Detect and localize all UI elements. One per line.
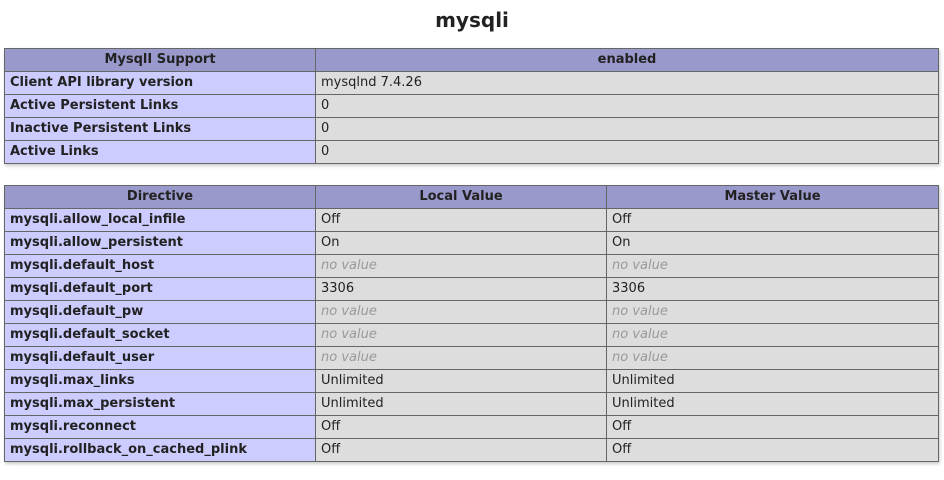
directive-name: mysqli.reconnect: [4, 415, 316, 439]
table-header-row: Directive Local Value Master Value: [4, 185, 939, 209]
table-row: Inactive Persistent Links 0: [4, 117, 939, 141]
header-directive: Directive: [4, 185, 316, 209]
row-value: 0: [315, 117, 939, 141]
table-row: mysqli.allow_persistent On On: [4, 231, 939, 255]
directive-name: mysqli.default_host: [4, 254, 316, 278]
master-value: Off: [606, 438, 939, 462]
local-value: Unlimited: [315, 392, 607, 416]
master-value: Off: [606, 208, 939, 232]
table-row: mysqli.default_host no value no value: [4, 254, 939, 278]
support-header-value: enabled: [315, 48, 939, 72]
table-row: mysqli.default_port 3306 3306: [4, 277, 939, 301]
page-title: mysqli: [435, 8, 509, 32]
local-value: On: [315, 231, 607, 255]
row-label: Active Persistent Links: [4, 94, 316, 118]
directive-name: mysqli.default_socket: [4, 323, 316, 347]
table-row: mysqli.default_socket no value no value: [4, 323, 939, 347]
row-label: Active Links: [4, 140, 316, 164]
master-value: no value: [606, 300, 939, 324]
master-value: no value: [606, 254, 939, 278]
directive-name: mysqli.rollback_on_cached_plink: [4, 438, 316, 462]
row-label: Inactive Persistent Links: [4, 117, 316, 141]
directive-name: mysqli.max_persistent: [4, 392, 316, 416]
table-row: mysqli.max_persistent Unlimited Unlimited: [4, 392, 939, 416]
row-value: mysqlnd 7.4.26: [315, 71, 939, 95]
table-row: Client API library version mysqlnd 7.4.2…: [4, 71, 939, 95]
header-local-value: Local Value: [315, 185, 607, 209]
table-row: mysqli.reconnect Off Off: [4, 415, 939, 439]
table-row: mysqli.default_pw no value no value: [4, 300, 939, 324]
row-label: Client API library version: [4, 71, 316, 95]
directive-name: mysqli.allow_persistent: [4, 231, 316, 255]
table-row: mysqli.rollback_on_cached_plink Off Off: [4, 438, 939, 462]
local-value: no value: [315, 323, 607, 347]
master-value: no value: [606, 346, 939, 370]
table-row: mysqli.allow_local_infile Off Off: [4, 208, 939, 232]
row-value: 0: [315, 140, 939, 164]
table-row: mysqli.default_user no value no value: [4, 346, 939, 370]
local-value: no value: [315, 300, 607, 324]
directive-name: mysqli.default_pw: [4, 300, 316, 324]
local-value: 3306: [315, 277, 607, 301]
master-value: On: [606, 231, 939, 255]
local-value: no value: [315, 254, 607, 278]
master-value: Unlimited: [606, 392, 939, 416]
master-value: 3306: [606, 277, 939, 301]
local-value: no value: [315, 346, 607, 370]
directive-name: mysqli.default_user: [4, 346, 316, 370]
directive-table: Directive Local Value Master Value mysql…: [4, 185, 939, 462]
mysqli-support-table: MysqlI Support enabled Client API librar…: [4, 48, 939, 164]
master-value: Off: [606, 415, 939, 439]
table-row: Active Links 0: [4, 140, 939, 164]
directive-name: mysqli.max_links: [4, 369, 316, 393]
local-value: Off: [315, 208, 607, 232]
table-row: Active Persistent Links 0: [4, 94, 939, 118]
support-header-label: MysqlI Support: [4, 48, 316, 72]
local-value: Off: [315, 415, 607, 439]
local-value: Unlimited: [315, 369, 607, 393]
master-value: Unlimited: [606, 369, 939, 393]
directive-name: mysqli.default_port: [4, 277, 316, 301]
directive-name: mysqli.allow_local_infile: [4, 208, 316, 232]
table-header-row: MysqlI Support enabled: [4, 48, 939, 72]
table-row: mysqli.max_links Unlimited Unlimited: [4, 369, 939, 393]
row-value: 0: [315, 94, 939, 118]
master-value: no value: [606, 323, 939, 347]
local-value: Off: [315, 438, 607, 462]
header-master-value: Master Value: [606, 185, 939, 209]
